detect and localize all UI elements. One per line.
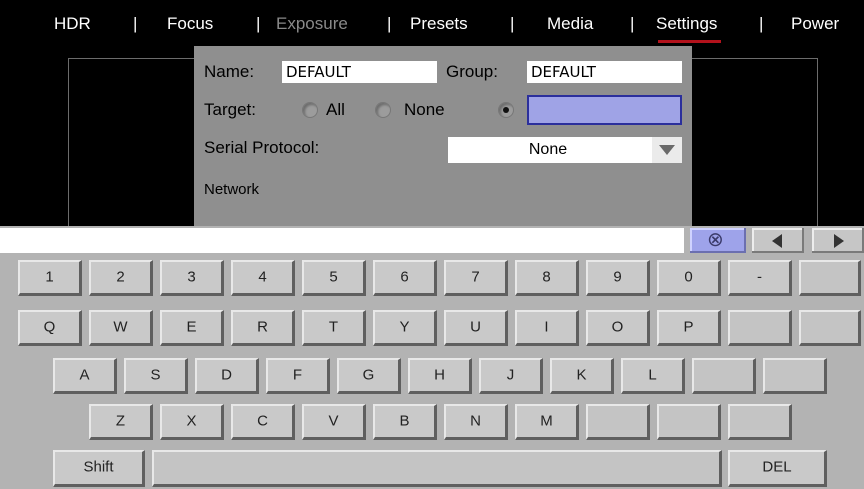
key-blank[interactable] (763, 358, 827, 394)
key-y[interactable]: Y (373, 310, 437, 346)
key-v[interactable]: V (302, 404, 366, 440)
serial-protocol-select[interactable]: None (448, 137, 682, 163)
space-key[interactable] (152, 450, 722, 487)
settings-panel: Name: DEFAULT Group: DEFAULT Target: All… (194, 46, 692, 226)
key-z[interactable]: Z (89, 404, 153, 440)
key-f[interactable]: F (266, 358, 330, 394)
menu-separator: | (133, 14, 138, 33)
menu-separator: | (759, 14, 764, 33)
menu-power[interactable]: Power (791, 14, 839, 34)
key-h[interactable]: H (408, 358, 472, 394)
target-custom-radio[interactable] (498, 102, 514, 118)
key-blank[interactable] (692, 358, 756, 394)
target-all-radio[interactable] (302, 102, 318, 118)
key-m[interactable]: M (515, 404, 579, 440)
key-u[interactable]: U (444, 310, 508, 346)
key-t[interactable]: T (302, 310, 366, 346)
key-i[interactable]: I (515, 310, 579, 346)
serial-protocol-value: None (528, 141, 568, 158)
key-blank[interactable] (586, 404, 650, 440)
key-4[interactable]: 4 (231, 260, 295, 296)
key-j[interactable]: J (479, 358, 543, 394)
key-5[interactable]: 5 (302, 260, 366, 296)
name-label: Name: (204, 62, 255, 81)
key-w[interactable]: W (89, 310, 153, 346)
target-none-radio[interactable] (375, 102, 391, 118)
key-blank[interactable] (728, 310, 792, 346)
key-r[interactable]: R (231, 310, 295, 346)
key-blank[interactable] (728, 404, 792, 440)
chevron-down-icon[interactable] (652, 137, 682, 163)
key-l[interactable]: L (621, 358, 685, 394)
shift-key[interactable]: Shift (53, 450, 145, 487)
key-d[interactable]: D (195, 358, 259, 394)
cursor-right-button[interactable] (812, 228, 864, 253)
serial-protocol-label: Serial Protocol: (204, 138, 320, 157)
key-minus[interactable]: - (728, 260, 792, 296)
arrow-right-icon (834, 234, 844, 248)
key-q[interactable]: Q (18, 310, 82, 346)
target-none-label: None (404, 100, 445, 119)
menu-focus[interactable]: Focus (167, 14, 213, 34)
key-3[interactable]: 3 (160, 260, 224, 296)
top-menu-bar: HDR | Focus | Exposure | Presets | Media… (0, 0, 864, 48)
key-k[interactable]: K (550, 358, 614, 394)
del-key[interactable]: DEL (728, 450, 827, 487)
on-screen-keyboard: ⊗ 1 2 3 4 5 6 7 8 9 0 - Q W E R T Y U I … (0, 226, 864, 489)
menu-separator: | (630, 14, 635, 33)
target-label: Target: (204, 100, 256, 119)
menu-settings[interactable]: Settings (656, 14, 722, 43)
network-label: Network (204, 181, 260, 198)
menu-separator: | (387, 14, 392, 33)
key-8[interactable]: 8 (515, 260, 579, 296)
arrow-left-icon (772, 234, 782, 248)
target-all-label: All (326, 100, 345, 119)
key-6[interactable]: 6 (373, 260, 437, 296)
key-1[interactable]: 1 (18, 260, 82, 296)
keyboard-input[interactable] (0, 228, 684, 253)
name-field[interactable]: DEFAULT (282, 61, 437, 83)
menu-separator: | (256, 14, 261, 33)
cursor-left-button[interactable] (752, 228, 804, 253)
menu-separator: | (510, 14, 515, 33)
group-label: Group: (446, 62, 498, 81)
key-9[interactable]: 9 (586, 260, 650, 296)
clear-circle-x-icon: ⊗ (707, 229, 724, 251)
key-p[interactable]: P (657, 310, 721, 346)
key-e[interactable]: E (160, 310, 224, 346)
key-s[interactable]: S (124, 358, 188, 394)
clear-button[interactable]: ⊗ (690, 228, 746, 253)
key-x[interactable]: X (160, 404, 224, 440)
key-n[interactable]: N (444, 404, 508, 440)
key-2[interactable]: 2 (89, 260, 153, 296)
key-0[interactable]: 0 (657, 260, 721, 296)
target-custom-field[interactable] (527, 95, 682, 125)
menu-exposure: Exposure (276, 14, 348, 33)
menu-presets[interactable]: Presets (410, 14, 468, 34)
key-blank[interactable] (657, 404, 721, 440)
group-field[interactable]: DEFAULT (527, 61, 682, 83)
key-blank[interactable] (799, 260, 861, 296)
menu-media[interactable]: Media (547, 14, 593, 34)
key-c[interactable]: C (231, 404, 295, 440)
menu-hdr[interactable]: HDR (54, 14, 91, 34)
key-a[interactable]: A (53, 358, 117, 394)
key-g[interactable]: G (337, 358, 401, 394)
key-b[interactable]: B (373, 404, 437, 440)
key-o[interactable]: O (586, 310, 650, 346)
key-7[interactable]: 7 (444, 260, 508, 296)
key-blank[interactable] (799, 310, 861, 346)
